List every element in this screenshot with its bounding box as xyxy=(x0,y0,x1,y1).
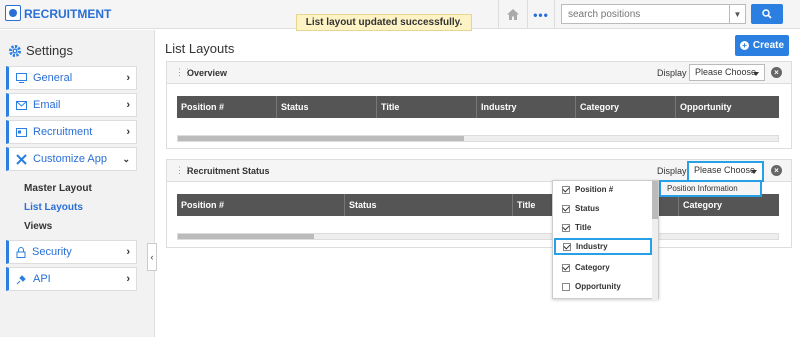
panel-header: ⋮⋮ Overview Display Please Choose × xyxy=(167,62,791,84)
panel-title: Recruitment Status xyxy=(187,166,270,176)
plug-icon xyxy=(16,274,26,284)
search-icon xyxy=(762,9,772,19)
chevron-left-icon: ‹ xyxy=(150,252,154,262)
sidebar-item-label: Recruitment xyxy=(33,126,93,138)
tools-icon xyxy=(16,153,27,165)
sidebar-item-label: Customize App xyxy=(33,153,107,165)
close-icon[interactable]: × xyxy=(771,67,782,78)
column-checklist: Position # Status Title Industry Categor… xyxy=(552,180,659,300)
chevron-right-icon: › xyxy=(126,246,130,258)
display-label: Display xyxy=(657,68,687,78)
sidebar-item-customize-app[interactable]: Customize App ⌄ xyxy=(6,147,137,171)
column-header[interactable]: Status xyxy=(277,96,377,118)
column-header[interactable]: Position # xyxy=(177,194,345,216)
column-header[interactable]: Category xyxy=(679,194,779,216)
scrollbar-thumb[interactable] xyxy=(178,136,464,141)
subitem-list-layouts[interactable]: List Layouts xyxy=(24,202,83,213)
table-header: Position # Status Title Industry Categor… xyxy=(177,96,779,118)
scrollbar-thumb[interactable] xyxy=(652,181,658,219)
column-option-category[interactable]: Category xyxy=(553,259,653,276)
column-header[interactable]: Status xyxy=(345,194,513,216)
column-option-label: Title xyxy=(575,223,592,232)
close-icon[interactable]: × xyxy=(771,165,782,176)
subitem-master-layout[interactable]: Master Layout xyxy=(24,183,92,194)
sidebar-item-label: Security xyxy=(32,246,72,258)
create-button[interactable]: + Create xyxy=(735,35,789,56)
sidebar-item-label: API xyxy=(33,273,51,285)
horizontal-scrollbar[interactable] xyxy=(177,135,779,142)
chevron-right-icon: › xyxy=(126,126,130,138)
flash-message: List layout updated successfully. xyxy=(296,14,472,31)
more-menu-button[interactable]: ••• xyxy=(527,0,555,29)
column-header[interactable]: Title xyxy=(377,96,477,118)
search-dropdown-button[interactable]: ▼ xyxy=(730,4,746,24)
checkbox[interactable] xyxy=(562,185,570,194)
scrollbar-thumb[interactable] xyxy=(178,234,314,239)
card-icon xyxy=(16,127,27,137)
column-option-label: Opportunity xyxy=(575,282,621,291)
chevron-right-icon: › xyxy=(126,273,130,285)
chevron-right-icon: › xyxy=(126,99,130,111)
subitem-views[interactable]: Views xyxy=(24,221,52,232)
column-option-status[interactable]: Status xyxy=(553,200,653,217)
panel-header: ⋮⋮ Recruitment Status Display Please Cho… xyxy=(167,160,791,182)
sidebar-item-recruitment[interactable]: Recruitment › xyxy=(6,120,137,144)
app-brand[interactable]: RECRUITMENT xyxy=(24,7,111,21)
envelope-icon xyxy=(16,100,27,110)
settings-title: Settings xyxy=(26,43,73,58)
settings-heading: Settings xyxy=(8,43,73,58)
gear-icon xyxy=(9,44,21,57)
column-option-position[interactable]: Position # xyxy=(553,181,653,198)
column-option-label: Position # xyxy=(575,185,614,194)
app-logo-icon xyxy=(5,5,21,21)
table-header: Position # Status Title Category xyxy=(177,194,779,216)
sidebar-item-general[interactable]: General › xyxy=(6,66,137,90)
column-header[interactable]: Category xyxy=(576,96,676,118)
sidebar: Settings General › Email › Recruitment ›… xyxy=(0,30,155,337)
home-button[interactable] xyxy=(498,0,526,29)
page-title: List Layouts xyxy=(165,41,235,56)
home-icon xyxy=(506,9,519,20)
display-option-position-information[interactable]: Position Information xyxy=(659,180,762,197)
panel-title: Overview xyxy=(187,68,228,78)
sidebar-item-api[interactable]: API › xyxy=(6,267,137,291)
column-option-opportunity[interactable]: Opportunity xyxy=(553,278,653,295)
plus-icon: + xyxy=(739,41,749,50)
column-option-title[interactable]: Title xyxy=(553,219,653,236)
checkbox[interactable] xyxy=(562,223,570,232)
chevron-down-icon: ▼ xyxy=(733,9,742,19)
display-select[interactable]: Please Choose xyxy=(687,161,764,182)
column-option-label: Category xyxy=(575,263,610,272)
sidebar-item-security[interactable]: Security › xyxy=(6,240,137,264)
horizontal-scrollbar[interactable] xyxy=(177,233,779,240)
chevron-down-icon: ⌄ xyxy=(122,153,130,164)
display-label: Display xyxy=(657,166,687,176)
sidebar-item-label: Email xyxy=(33,99,61,111)
create-label: Create xyxy=(752,40,785,51)
more-dots-icon: ••• xyxy=(533,7,549,22)
monitor-icon xyxy=(16,73,27,83)
column-option-industry[interactable]: Industry xyxy=(554,238,652,255)
search-button[interactable] xyxy=(751,4,783,24)
chevron-right-icon: › xyxy=(126,72,130,84)
sidebar-item-email[interactable]: Email › xyxy=(6,93,137,117)
display-select[interactable]: Please Choose xyxy=(689,64,765,81)
checkbox[interactable] xyxy=(562,282,570,291)
layout-panel-overview: ⋮⋮ Overview Display Please Choose × Posi… xyxy=(166,61,792,149)
column-option-label: Industry xyxy=(576,242,608,251)
sidebar-collapse-button[interactable]: ‹ xyxy=(147,243,157,271)
checkbox[interactable] xyxy=(562,263,570,272)
search-input[interactable] xyxy=(561,4,730,24)
column-option-label: Status xyxy=(575,204,600,213)
column-header[interactable]: Industry xyxy=(477,96,576,118)
column-header[interactable]: Opportunity xyxy=(676,96,779,118)
sidebar-item-label: General xyxy=(33,72,73,84)
layout-panel-recruitment-status: ⋮⋮ Recruitment Status Display Please Cho… xyxy=(166,159,792,248)
lock-icon xyxy=(16,246,26,258)
column-header[interactable]: Position # xyxy=(177,96,277,118)
checkbox[interactable] xyxy=(563,242,571,251)
checkbox[interactable] xyxy=(562,204,570,213)
vertical-scrollbar[interactable] xyxy=(652,181,658,300)
